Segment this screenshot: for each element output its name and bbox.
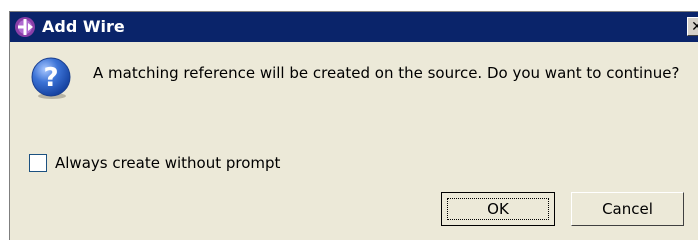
close-icon: ✕ [691, 19, 698, 35]
cancel-button-label: Cancel [602, 200, 653, 218]
question-icon: ? [31, 57, 71, 99]
title-bar[interactable]: Add Wire ✕ [10, 12, 698, 42]
always-create-checkbox[interactable] [29, 154, 47, 172]
cancel-button[interactable]: Cancel [571, 192, 684, 226]
dialog-title: Add Wire [42, 17, 125, 36]
dialog-message: A matching reference will be created on … [93, 64, 680, 82]
always-create-checkbox-label[interactable]: Always create without prompt [55, 153, 280, 173]
ok-button[interactable]: OK [441, 192, 555, 226]
add-wire-dialog: Add Wire ✕ ? A matching reference will b… [9, 11, 698, 240]
wire-app-icon [15, 17, 35, 37]
svg-text:?: ? [43, 63, 58, 93]
close-button[interactable]: ✕ [687, 17, 698, 36]
ok-button-label: OK [487, 200, 509, 218]
